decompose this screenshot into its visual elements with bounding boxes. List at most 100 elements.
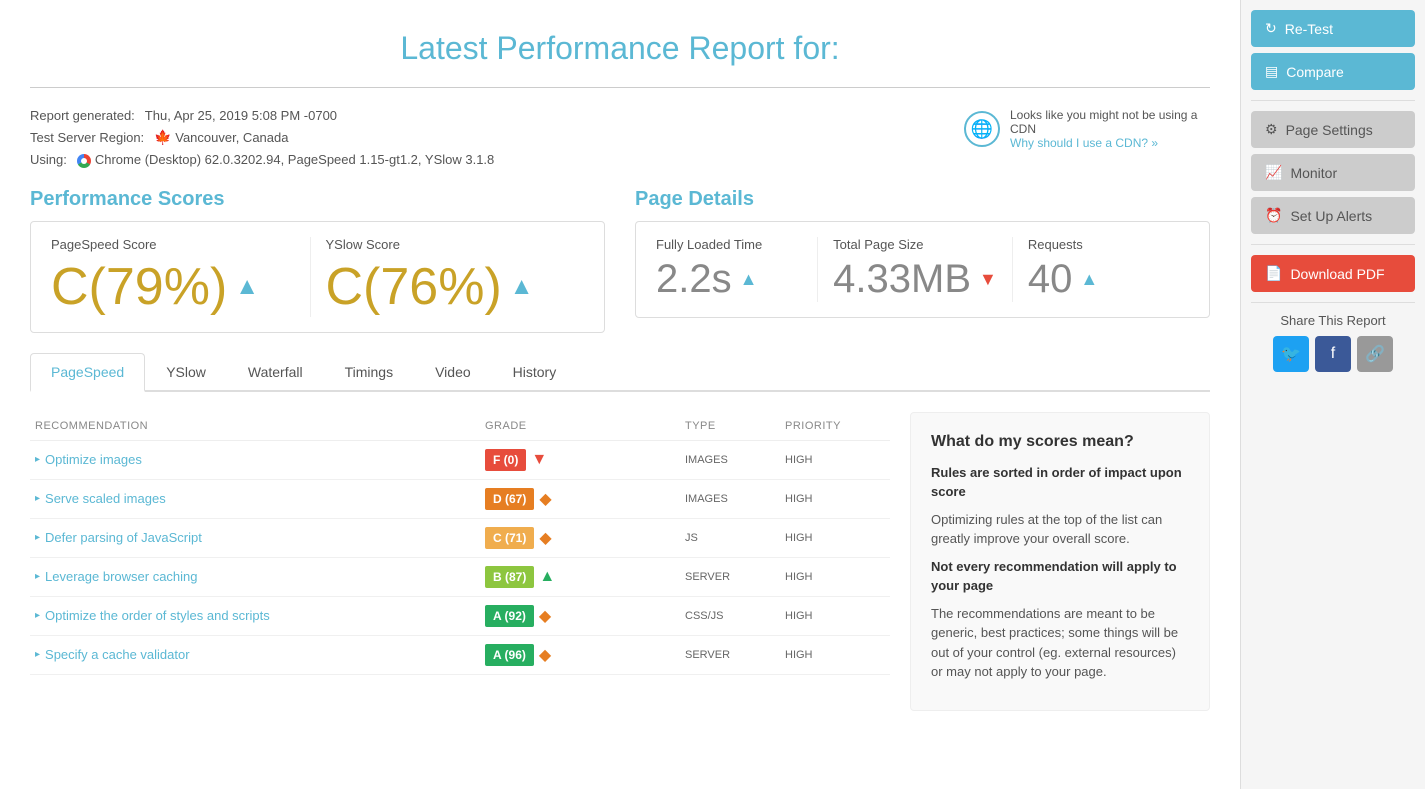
type-cell: IMAGES bbox=[685, 454, 785, 466]
sidebar: ↻ Re-Test ▤ Compare ⚙ Page Settings 📈 Mo… bbox=[1240, 0, 1425, 789]
cdn-notice: 🌐 Looks like you might not be using a CD… bbox=[964, 108, 1210, 150]
chevron-icon: ▸ bbox=[35, 571, 40, 582]
retest-label: Re-Test bbox=[1285, 21, 1333, 37]
info-box-title: What do my scores mean? bbox=[931, 433, 1189, 451]
tab-history[interactable]: History bbox=[492, 353, 578, 392]
compare-label: Compare bbox=[1286, 64, 1344, 80]
grade-bar-container: B (87) ▲ bbox=[485, 566, 685, 588]
pagespeed-score: PageSpeed Score C(79%) ▲ bbox=[51, 237, 310, 317]
rec-name[interactable]: ▸ Optimize the order of styles and scrip… bbox=[35, 608, 485, 623]
rec-name[interactable]: ▸ Defer parsing of JavaScript bbox=[35, 530, 485, 545]
grade-bar-container: D (67) ◆ bbox=[485, 488, 685, 510]
cdn-text: Looks like you might not be using a CDN bbox=[1010, 108, 1197, 136]
col-recommendation: RECOMMENDATION bbox=[35, 420, 485, 432]
chevron-icon: ▸ bbox=[35, 610, 40, 621]
grade-trend-icon: ▼ bbox=[531, 451, 547, 469]
chevron-icon: ▸ bbox=[35, 454, 40, 465]
page-details-box: Fully Loaded Time 2.2s ▲ Total Page Size… bbox=[635, 221, 1210, 318]
table-row: ▸ Leverage browser caching B (87) ▲ SERV… bbox=[30, 558, 890, 597]
tab-waterfall[interactable]: Waterfall bbox=[227, 353, 324, 392]
divider bbox=[30, 87, 1210, 88]
table-row: ▸ Optimize the order of styles and scrip… bbox=[30, 597, 890, 636]
yslow-arrow-up: ▲ bbox=[510, 273, 534, 301]
page-size-arrow: ▼ bbox=[979, 269, 997, 290]
retest-icon: ↻ bbox=[1265, 20, 1277, 37]
info-section2-text: The recommendations are meant to be gene… bbox=[931, 604, 1189, 682]
chevron-icon: ▸ bbox=[35, 493, 40, 504]
download-pdf-button[interactable]: 📄 Download PDF bbox=[1251, 255, 1415, 292]
priority-cell: HIGH bbox=[785, 454, 885, 466]
type-cell: IMAGES bbox=[685, 493, 785, 505]
server-label: Test Server Region: bbox=[30, 130, 144, 145]
server-value: 🍁 Vancouver, Canada bbox=[154, 129, 288, 146]
type-cell: CSS/JS bbox=[685, 610, 785, 622]
chevron-icon: ▸ bbox=[35, 649, 40, 660]
grade-trend-icon: ◆ bbox=[539, 645, 551, 665]
yslow-score: YSlow Score C(76%) ▲ bbox=[310, 237, 585, 317]
share-facebook-button[interactable]: f bbox=[1315, 336, 1351, 372]
pagespeed-arrow-up: ▲ bbox=[235, 273, 259, 301]
table-header: RECOMMENDATION GRADE TYPE PRIORITY bbox=[30, 412, 890, 441]
recommendations-table: RECOMMENDATION GRADE TYPE PRIORITY ▸ Opt… bbox=[30, 412, 890, 711]
col-type: TYPE bbox=[685, 420, 785, 432]
info-section1-text: Optimizing rules at the top of the list … bbox=[931, 510, 1189, 549]
rec-name[interactable]: ▸ Serve scaled images bbox=[35, 491, 485, 506]
priority-cell: HIGH bbox=[785, 571, 885, 583]
generated-value: Thu, Apr 25, 2019 5:08 PM -0700 bbox=[145, 108, 337, 123]
page-settings-button[interactable]: ⚙ Page Settings bbox=[1251, 111, 1415, 148]
priority-cell: HIGH bbox=[785, 532, 885, 544]
loaded-time-arrow: ▲ bbox=[740, 269, 758, 290]
setup-alerts-button[interactable]: ⏰ Set Up Alerts bbox=[1251, 197, 1415, 234]
info-section1-title: Rules are sorted in order of impact upon… bbox=[931, 465, 1182, 500]
setup-alerts-label: Set Up Alerts bbox=[1290, 208, 1372, 224]
table-row: ▸ Serve scaled images D (67) ◆ IMAGES HI… bbox=[30, 480, 890, 519]
pdf-icon: 📄 bbox=[1265, 265, 1282, 282]
loaded-time: Fully Loaded Time 2.2s ▲ bbox=[656, 237, 817, 302]
page-size: Total Page Size 4.33MB ▼ bbox=[817, 237, 1012, 302]
grade-bar: F (0) bbox=[485, 449, 526, 471]
share-link-button[interactable]: 🔗 bbox=[1357, 336, 1393, 372]
requests-count: Requests 40 ▲ bbox=[1012, 237, 1189, 302]
compare-button[interactable]: ▤ Compare bbox=[1251, 53, 1415, 90]
rec-name[interactable]: ▸ Specify a cache validator bbox=[35, 647, 485, 662]
sidebar-divider-2 bbox=[1251, 244, 1415, 245]
grade-bar-container: A (96) ◆ bbox=[485, 644, 685, 666]
cdn-globe-icon: 🌐 bbox=[964, 111, 1000, 147]
generated-label: Report generated: bbox=[30, 108, 135, 123]
download-pdf-label: Download PDF bbox=[1290, 266, 1384, 282]
monitor-icon: 📈 bbox=[1265, 164, 1282, 181]
share-icons: 🐦 f 🔗 bbox=[1251, 336, 1415, 372]
requests-arrow: ▲ bbox=[1080, 269, 1098, 290]
report-meta: Report generated: Thu, Apr 25, 2019 5:08… bbox=[30, 108, 1210, 168]
col-priority: PRIORITY bbox=[785, 420, 885, 432]
compare-icon: ▤ bbox=[1265, 63, 1278, 80]
retest-button[interactable]: ↻ Re-Test bbox=[1251, 10, 1415, 47]
info-box: What do my scores mean? Rules are sorted… bbox=[910, 412, 1210, 711]
tab-yslow[interactable]: YSlow bbox=[145, 353, 227, 392]
priority-cell: HIGH bbox=[785, 649, 885, 661]
settings-icon: ⚙ bbox=[1265, 121, 1278, 138]
cdn-link[interactable]: Why should I use a CDN? » bbox=[1010, 136, 1158, 150]
grade-bar: A (92) bbox=[485, 605, 534, 627]
grade-trend-icon: ◆ bbox=[539, 606, 551, 626]
monitor-button[interactable]: 📈 Monitor bbox=[1251, 154, 1415, 191]
type-cell: SERVER bbox=[685, 571, 785, 583]
rec-name[interactable]: ▸ Leverage browser caching bbox=[35, 569, 485, 584]
page-title: Latest Performance Report for: bbox=[30, 30, 1210, 67]
priority-cell: HIGH bbox=[785, 493, 885, 505]
share-twitter-button[interactable]: 🐦 bbox=[1273, 336, 1309, 372]
grade-bar: B (87) bbox=[485, 566, 534, 588]
type-cell: SERVER bbox=[685, 649, 785, 661]
chevron-icon: ▸ bbox=[35, 532, 40, 543]
table-row: ▸ Optimize images F (0) ▼ IMAGES HIGH bbox=[30, 441, 890, 480]
priority-cell: HIGH bbox=[785, 610, 885, 622]
page-settings-label: Page Settings bbox=[1286, 122, 1373, 138]
sidebar-divider-1 bbox=[1251, 100, 1415, 101]
tab-pagespeed[interactable]: PageSpeed bbox=[30, 353, 145, 392]
type-cell: JS bbox=[685, 532, 785, 544]
rec-name[interactable]: ▸ Optimize images bbox=[35, 452, 485, 467]
table-row: ▸ Defer parsing of JavaScript C (71) ◆ J… bbox=[30, 519, 890, 558]
tab-timings[interactable]: Timings bbox=[324, 353, 415, 392]
tab-video[interactable]: Video bbox=[414, 353, 492, 392]
table-row: ▸ Specify a cache validator A (96) ◆ SER… bbox=[30, 636, 890, 675]
